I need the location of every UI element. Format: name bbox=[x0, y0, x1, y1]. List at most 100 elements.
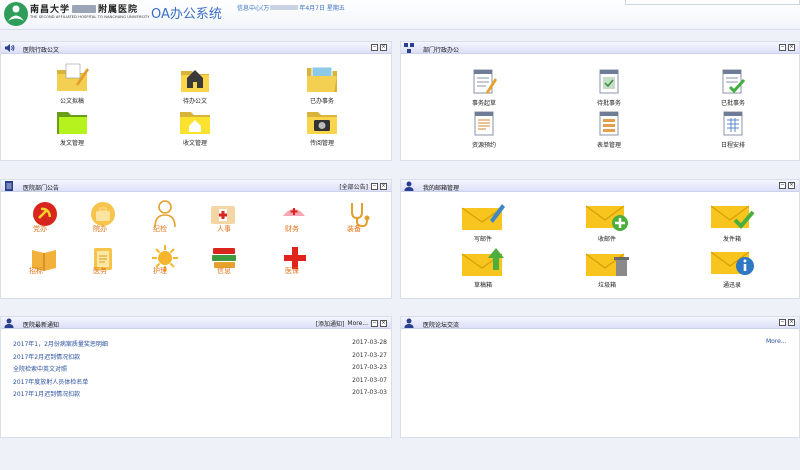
notice-title[interactable]: 2017年1，2月份病案质量奖惩明细 bbox=[13, 339, 108, 348]
tile-label: 公文拟稿 bbox=[59, 98, 84, 105]
notice-title[interactable]: 2017年度放射人员体检名单 bbox=[13, 377, 88, 386]
tile-write-mail[interactable]: 写邮件 bbox=[458, 202, 508, 243]
tile-label: 发件箱 bbox=[722, 236, 741, 243]
tile-inbox[interactable]: 收邮件 bbox=[582, 202, 632, 243]
close-button[interactable]: × bbox=[788, 182, 795, 189]
close-button[interactable]: × bbox=[380, 320, 387, 327]
tile-draft-task[interactable]: 事务起草 bbox=[459, 68, 509, 107]
tile-label: 已批事务 bbox=[720, 100, 745, 107]
dept-label: 信息 bbox=[217, 267, 231, 275]
dept-finance[interactable]: 财务 bbox=[277, 200, 313, 236]
tile-form-manage[interactable]: 表单管理 bbox=[584, 110, 634, 149]
folder-camera-icon bbox=[307, 112, 337, 134]
all-notices-link[interactable]: [全部公告] bbox=[339, 182, 368, 191]
tile-trash[interactable]: 垃圾箱 bbox=[582, 246, 632, 289]
tile-label: 收邮件 bbox=[597, 236, 616, 243]
panel-title-bar: 我的邮箱管理 − × bbox=[401, 180, 799, 192]
dept-information[interactable]: 信息 bbox=[207, 244, 243, 280]
dept-medical[interactable]: 医务 bbox=[85, 244, 121, 280]
notice-row[interactable]: 2017年2月迟到情况扣款 2017-03-27 bbox=[13, 350, 387, 363]
dept-bidding[interactable]: 招标 bbox=[27, 244, 63, 280]
hospital-name-en: THE SECOND AFFILIATED HOSPITAL TO NANCHA… bbox=[30, 15, 150, 19]
envelope-check-icon bbox=[710, 205, 755, 229]
document-checkmark-icon bbox=[722, 69, 746, 94]
notice-list: 2017年1，2月份病案质量奖惩明细 2017-03-28 2017年2月迟到情… bbox=[13, 337, 387, 400]
tile-approved[interactable]: 已批事务 bbox=[708, 68, 758, 107]
dept-equipment[interactable]: 装备 bbox=[341, 200, 377, 236]
list-icon bbox=[5, 181, 13, 191]
notice-title[interactable]: 全院检索中英文对照 bbox=[13, 364, 67, 373]
dept-hr[interactable]: 人事 bbox=[207, 200, 243, 236]
notice-title[interactable]: 2017年1月迟到情况扣款 bbox=[13, 389, 80, 398]
close-button[interactable]: × bbox=[788, 319, 795, 326]
app-title: OA办公系统 bbox=[151, 7, 222, 22]
top-header: 南昌大学 附属医院 THE SECOND AFFILIATED HOSPITAL … bbox=[0, 0, 800, 30]
panel-latest-notice: 医院最新通知 [添加通知] More... − × 2017年1，2月份病案质量… bbox=[0, 316, 392, 438]
tile-label: 表单管理 bbox=[596, 142, 621, 149]
panel-title: 医院行政公文 bbox=[23, 47, 60, 54]
tile-label: 日程安排 bbox=[720, 142, 745, 149]
panel-title: 医院最新通知 bbox=[23, 322, 60, 329]
tile-label: 待批事务 bbox=[596, 100, 621, 107]
hospital-logo bbox=[4, 2, 28, 26]
panel-mail: 我的邮箱管理 − × 写邮件 收邮件 发件箱 草稿箱 垃圾箱 通迅录 bbox=[400, 179, 800, 299]
minimize-button[interactable]: − bbox=[779, 44, 786, 51]
notice-title[interactable]: 2017年2月迟到情况扣款 bbox=[13, 352, 80, 361]
tile-drafts[interactable]: 草稿箱 bbox=[458, 246, 508, 289]
dept-party-office[interactable]: 党办 bbox=[27, 200, 63, 236]
tile-label: 收文管理 bbox=[182, 140, 207, 147]
tile-contacts[interactable]: 通迅录 bbox=[707, 246, 757, 289]
notice-date: 2017-03-07 bbox=[352, 376, 387, 384]
user-icon bbox=[404, 181, 414, 191]
dept-label: 医保 bbox=[285, 267, 299, 275]
dept-label: 党办 bbox=[33, 225, 47, 233]
minimize-button[interactable]: − bbox=[779, 319, 786, 326]
minimize-button[interactable]: − bbox=[371, 320, 378, 327]
hospital-name-cn: 南昌大学 附属医院 bbox=[30, 5, 139, 15]
tile-resource-booking[interactable]: 资源预约 bbox=[459, 110, 509, 149]
tile-label: 事务起草 bbox=[471, 100, 496, 107]
tile-label: 传阅管理 bbox=[309, 140, 334, 147]
panel-title-bar: 医院最新通知 [添加通知] More... − × bbox=[1, 317, 391, 329]
tile-pending-doc[interactable]: 待办公文 bbox=[170, 62, 220, 105]
document-pencil-icon bbox=[473, 69, 497, 94]
tile-outbox[interactable]: 发件箱 bbox=[707, 202, 757, 243]
dept-hospital-office[interactable]: 院办 bbox=[85, 200, 121, 236]
minimize-button[interactable]: − bbox=[371, 44, 378, 51]
dept-label: 装备 bbox=[347, 225, 361, 233]
panel-official-docs: 医院行政公文 − × 公文拟稿 待办公文 已办事务 发文管理 收文管理 传阅管理 bbox=[0, 41, 392, 161]
tile-done-task[interactable]: 已办事务 bbox=[297, 62, 347, 105]
close-button[interactable]: × bbox=[380, 44, 387, 51]
tile-draft-doc[interactable]: 公文拟稿 bbox=[47, 62, 97, 105]
notice-row[interactable]: 全院检索中英文对照 2017-03-23 bbox=[13, 362, 387, 375]
tile-label: 草稿箱 bbox=[473, 282, 492, 289]
notice-row[interactable]: 2017年1，2月份病案质量奖惩明细 2017-03-28 bbox=[13, 337, 387, 350]
add-notice-link[interactable]: [添加通知] bbox=[316, 319, 345, 328]
envelope-up-arrow-icon bbox=[461, 248, 504, 276]
minimize-button[interactable]: − bbox=[779, 182, 786, 189]
tile-send-doc[interactable]: 发文管理 bbox=[47, 108, 97, 147]
document-check-icon bbox=[599, 69, 619, 94]
speaker-icon bbox=[5, 44, 15, 52]
tile-circulate-doc[interactable]: 传阅管理 bbox=[297, 108, 347, 147]
tile-schedule[interactable]: 日程安排 bbox=[708, 110, 758, 149]
envelope-pencil-icon bbox=[461, 204, 505, 230]
more-link[interactable]: More... bbox=[347, 320, 368, 327]
org-chart-icon bbox=[404, 43, 414, 53]
tile-receive-doc[interactable]: 收文管理 bbox=[170, 108, 220, 147]
tile-label: 资源预约 bbox=[471, 142, 496, 149]
dept-label: 人事 bbox=[217, 225, 231, 233]
close-button[interactable]: × bbox=[380, 183, 387, 190]
dept-discipline[interactable]: 纪检 bbox=[147, 200, 183, 236]
dept-label: 财务 bbox=[285, 225, 299, 233]
close-button[interactable]: × bbox=[788, 44, 795, 51]
minimize-button[interactable]: − bbox=[371, 183, 378, 190]
notice-date: 2017-03-03 bbox=[352, 389, 387, 397]
notice-row[interactable]: 2017年度放射人员体检名单 2017-03-07 bbox=[13, 375, 387, 388]
notice-row[interactable]: 2017年1月迟到情况扣款 2017-03-03 bbox=[13, 387, 387, 400]
forum-more-link[interactable]: More... bbox=[766, 338, 787, 345]
envelope-info-icon bbox=[710, 251, 754, 275]
dept-insurance[interactable]: 医保 bbox=[277, 244, 313, 280]
dept-nursing[interactable]: 护理 bbox=[147, 244, 183, 280]
tile-pending-approval[interactable]: 待批事务 bbox=[584, 68, 634, 107]
